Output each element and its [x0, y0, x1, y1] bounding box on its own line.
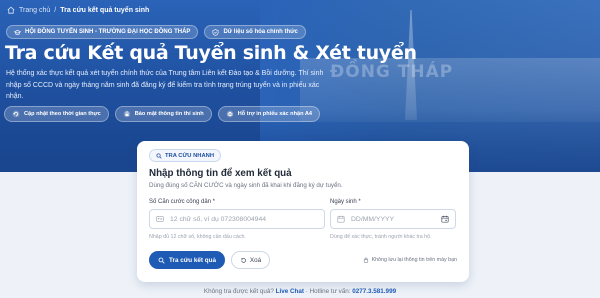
- hotline-link[interactable]: 0277.3.581.999: [352, 288, 396, 295]
- graduation-cap-icon: [14, 29, 21, 35]
- quick-lookup-chip: TRA CỨU NHANH: [149, 149, 222, 162]
- badge-council: HỘI ĐỒNG TUYỂN SINH - TRƯỜNG ĐẠI HỌC ĐỒN…: [6, 25, 199, 39]
- feature-print-label: Hỗ trợ in phiếu xác nhận A4: [237, 111, 313, 117]
- search-icon: [158, 257, 165, 264]
- lookup-submit-label: Tra cứu kết quả: [169, 256, 216, 264]
- feature-security-label: Bảo mật thông tin thí sinh: [134, 111, 204, 117]
- printer-icon: [226, 110, 234, 118]
- badge-council-label: HỘI ĐỒNG TUYỂN SINH - TRƯỜNG ĐẠI HỌC ĐỒN…: [25, 29, 191, 35]
- home-icon[interactable]: [7, 6, 15, 14]
- date-picker-icon[interactable]: [441, 215, 449, 223]
- feature-pills: Cập nhật theo thời gian thực Bảo mật thô…: [4, 106, 321, 122]
- date-of-birth-input[interactable]: DD/MM/YYYY: [330, 209, 456, 229]
- form-subtitle: Dùng đúng số CĂN CƯỚC và ngày sinh đã kh…: [149, 182, 343, 189]
- live-chat-link[interactable]: Live Chat: [276, 288, 304, 295]
- clear-button[interactable]: Xoá: [231, 251, 270, 269]
- id-field-label: Số Căn cước công dân *: [149, 199, 215, 205]
- dob-field-label: Ngày sinh *: [330, 199, 361, 205]
- campus-sign-text: ĐỒNG THÁP: [330, 62, 454, 82]
- feature-realtime: Cập nhật theo thời gian thực: [4, 106, 109, 122]
- refresh-icon: [12, 110, 20, 118]
- citizen-id-placeholder: 12 chữ số, ví dụ 072308004944: [170, 215, 267, 223]
- id-card-icon: [156, 216, 164, 222]
- search-icon: [156, 153, 162, 159]
- citizen-id-input[interactable]: 12 chữ số, ví dụ 072308004944: [149, 209, 325, 229]
- hotline-label: Hotline tư vấn:: [309, 288, 351, 295]
- feature-security: Bảo mật thông tin thí sinh: [114, 106, 212, 122]
- breadcrumb-current: Tra cứu kết quả tuyển sinh: [60, 6, 150, 14]
- lock-icon: [363, 257, 368, 263]
- page-title: Tra cứu Kết quả Tuyển sinh & Xét tuyển: [5, 42, 417, 64]
- breadcrumb-home-link[interactable]: Trang chủ: [19, 7, 50, 14]
- support-footer: Không tra được kết quả? Live Chat · Hotl…: [0, 288, 600, 295]
- page-description: Hệ thống xác thực kết quả xét tuyển chín…: [6, 70, 324, 100]
- form-title: Nhập thông tin để xem kết quả: [149, 168, 292, 179]
- feature-print: Hỗ trợ in phiếu xác nhận A4: [217, 106, 321, 122]
- privacy-note: Không lưu lại thông tin trên máy bạn: [363, 257, 457, 263]
- clear-button-label: Xoá: [249, 256, 262, 264]
- privacy-note-text: Không lưu lại thông tin trên máy bạn: [371, 257, 457, 263]
- id-field-hint: Nhập đủ 12 chữ số, không cần dấu cách.: [149, 234, 246, 240]
- breadcrumb: Trang chủ / Tra cứu kết quả tuyển sinh: [7, 6, 149, 14]
- reset-icon: [241, 257, 246, 263]
- badge-official-data: Dữ liệu số hóa chính thức: [204, 25, 306, 39]
- support-question: Không tra được kết quả?: [203, 288, 274, 295]
- feature-realtime-label: Cập nhật theo thời gian thực: [24, 111, 101, 117]
- hero-badges: HỘI ĐỒNG TUYỂN SINH - TRƯỜNG ĐẠI HỌC ĐỒN…: [6, 25, 306, 39]
- calendar-icon: [337, 215, 345, 223]
- breadcrumb-separator: /: [54, 6, 57, 14]
- quick-lookup-chip-label: TRA CỨU NHANH: [165, 152, 215, 159]
- badge-official-data-label: Dữ liệu số hóa chính thức: [223, 29, 298, 35]
- date-of-birth-placeholder: DD/MM/YYYY: [351, 215, 395, 223]
- lookup-form-card: TRA CỨU NHANH Nhập thông tin để xem kết …: [137, 141, 469, 282]
- lookup-submit-button[interactable]: Tra cứu kết quả: [149, 251, 225, 269]
- lock-icon: [123, 110, 131, 118]
- dob-field-hint: Dùng để xác thực, tránh người khác tra h…: [330, 234, 432, 240]
- shield-check-icon: [212, 28, 219, 36]
